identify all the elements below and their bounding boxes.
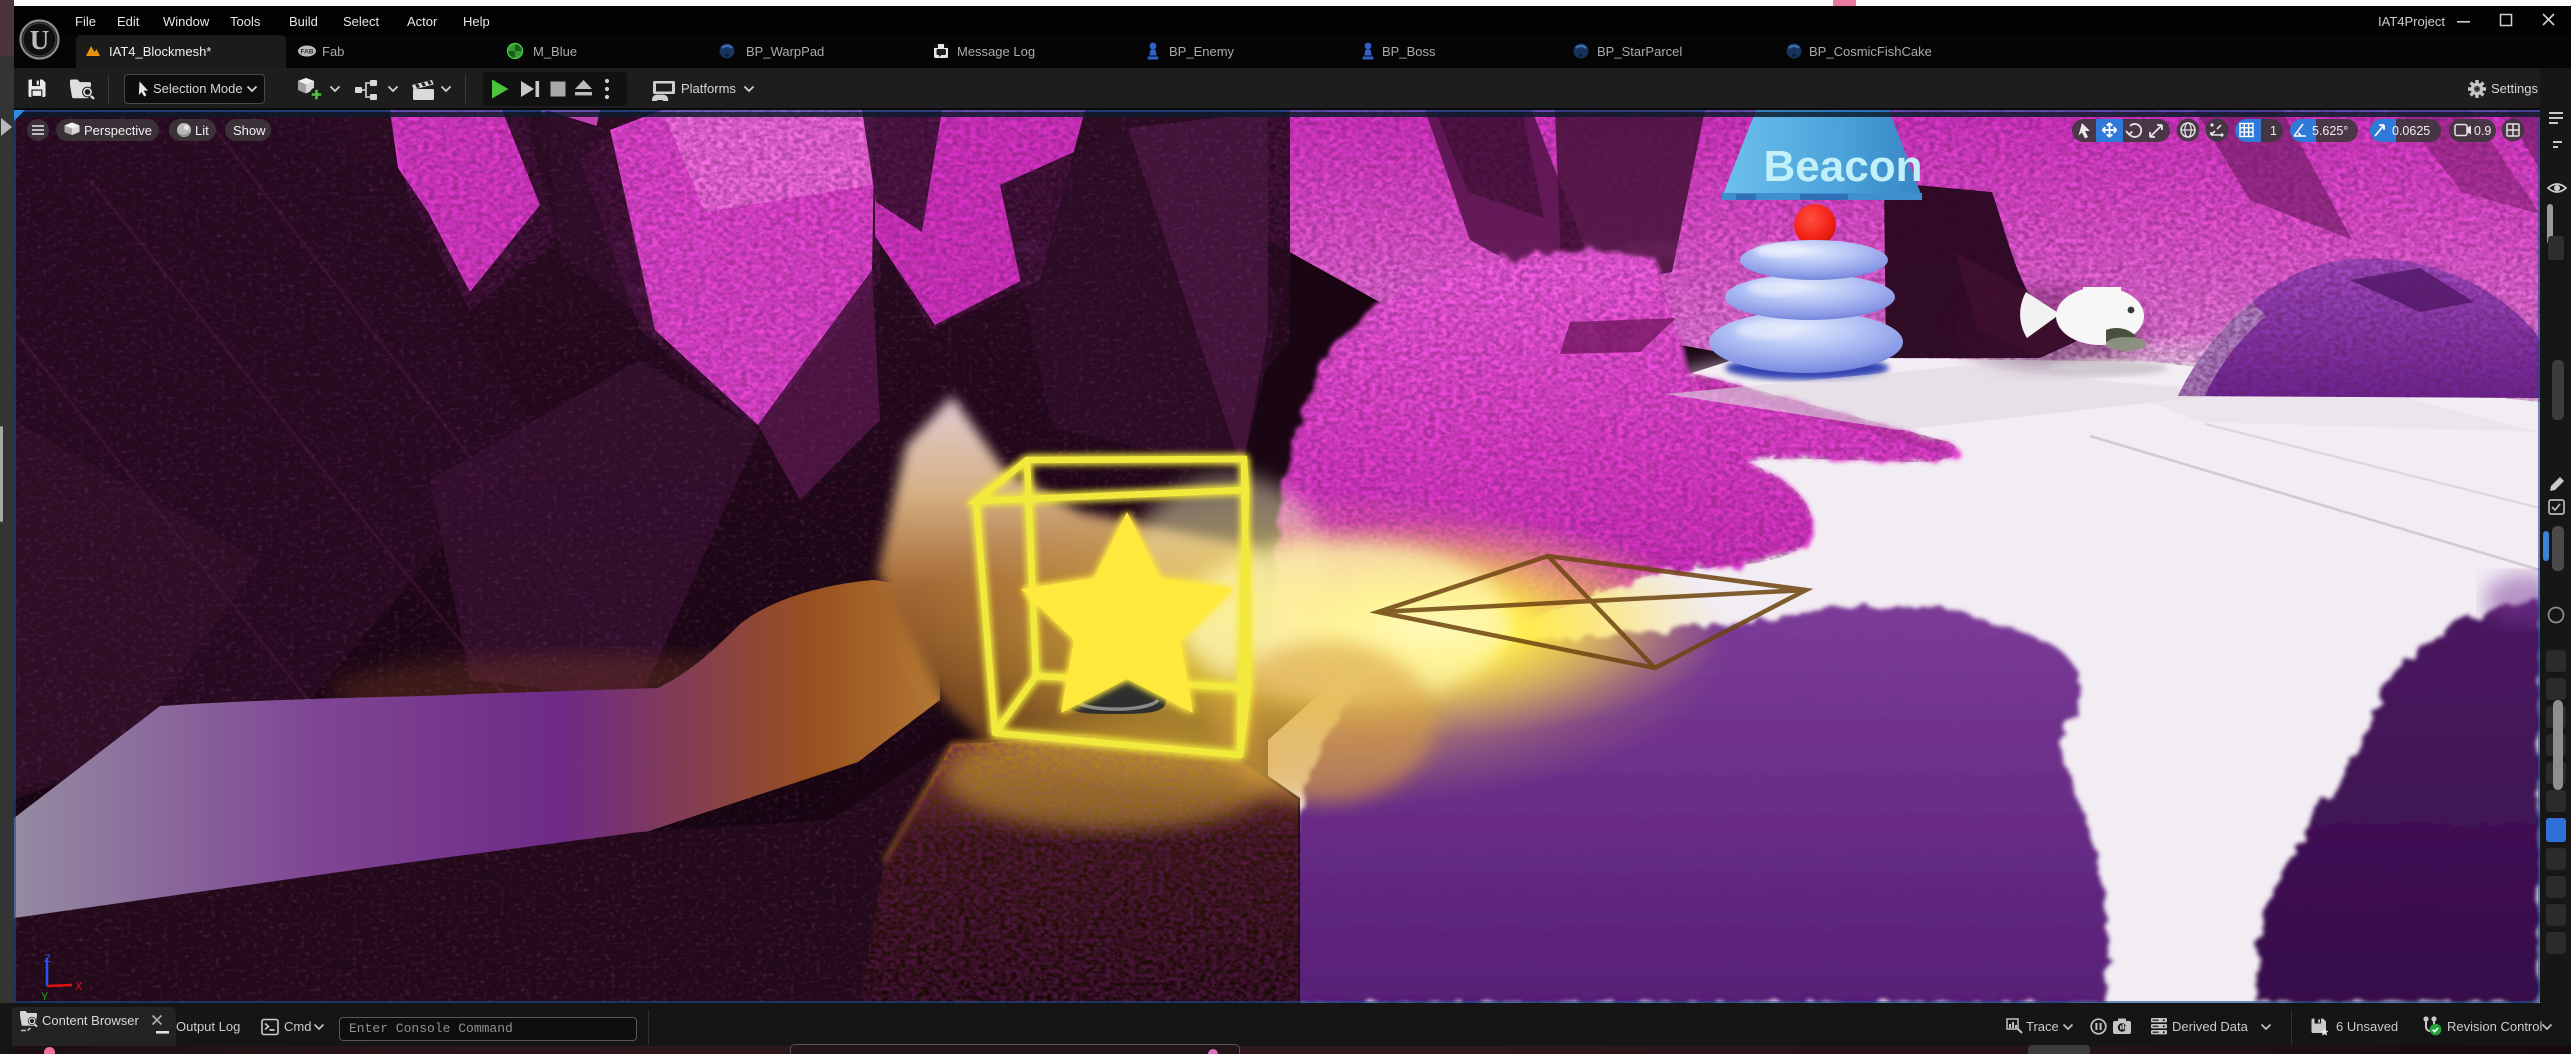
svg-text:Lit: Lit <box>195 123 209 138</box>
svg-text:U: U <box>30 25 50 55</box>
svg-text:Z: Z <box>44 953 51 965</box>
svg-text:Beacon: Beacon <box>1764 142 1923 191</box>
svg-text:0.0625: 0.0625 <box>2392 124 2430 138</box>
svg-text:Y: Y <box>41 991 49 1003</box>
svg-text:1: 1 <box>2270 124 2277 138</box>
svg-text:Perspective: Perspective <box>84 123 152 138</box>
svg-text:5.625°: 5.625° <box>2312 124 2348 138</box>
svg-text:Show: Show <box>233 123 266 138</box>
svg-text:FAB: FAB <box>301 49 314 56</box>
svg-text:0.9: 0.9 <box>2474 124 2491 138</box>
svg-text:X: X <box>75 981 83 993</box>
